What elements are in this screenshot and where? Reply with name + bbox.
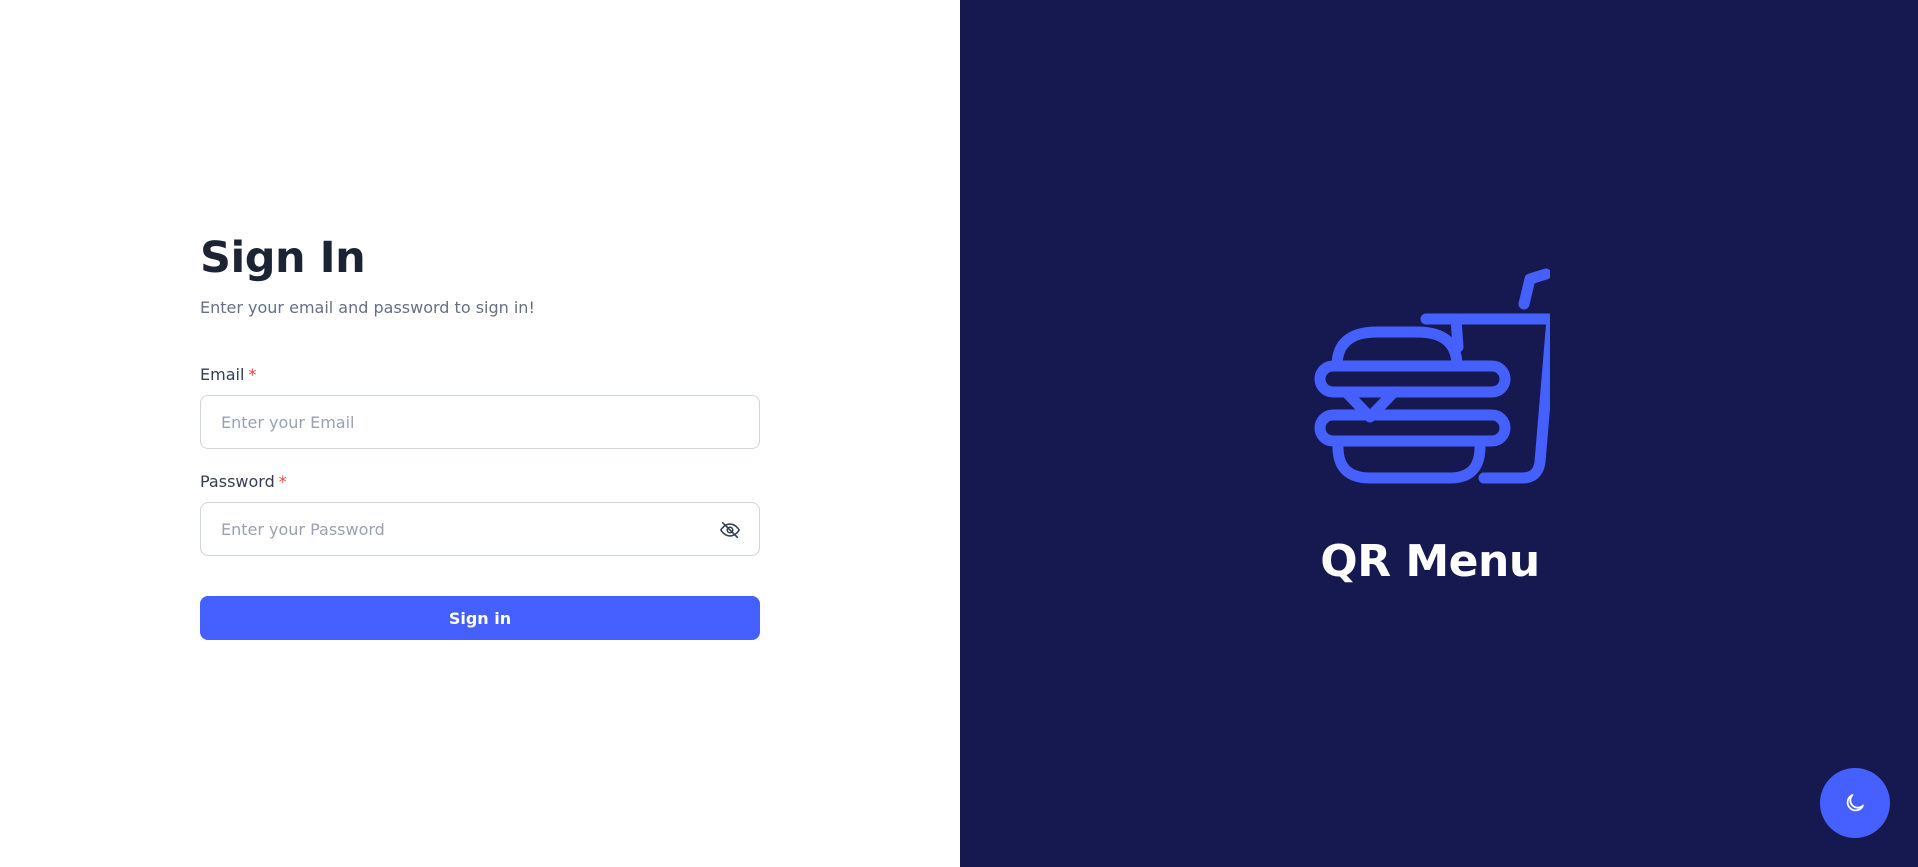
moon-icon — [1846, 794, 1864, 812]
sign-in-page: Sign In Enter your email and password to… — [0, 0, 1918, 867]
theme-toggle-button[interactable] — [1820, 768, 1890, 838]
email-label-text: Email — [200, 365, 245, 384]
sign-in-panel: Sign In Enter your email and password to… — [0, 0, 960, 867]
password-field-wrapper — [200, 502, 760, 556]
eye-off-icon[interactable] — [719, 519, 741, 541]
password-field[interactable] — [201, 503, 759, 555]
sign-in-button[interactable]: Sign in — [200, 596, 760, 640]
email-label: Email * — [200, 364, 760, 386]
page-subtitle: Enter your email and password to sign in… — [200, 298, 535, 317]
burger-and-drink-icon — [1314, 268, 1550, 484]
required-marker: * — [248, 365, 257, 384]
password-label-text: Password — [200, 472, 275, 491]
required-marker: * — [278, 472, 287, 491]
email-field-wrapper — [200, 395, 760, 449]
password-label: Password * — [200, 471, 760, 493]
page-title: Sign In — [200, 233, 366, 283]
sign-in-form: Sign In Enter your email and password to… — [200, 228, 760, 640]
email-field[interactable] — [201, 396, 759, 448]
brand-block: QR Menu — [1310, 262, 1550, 588]
brand-name: QR Menu — [1320, 536, 1540, 587]
brand-panel: QR Menu — [960, 0, 1918, 867]
